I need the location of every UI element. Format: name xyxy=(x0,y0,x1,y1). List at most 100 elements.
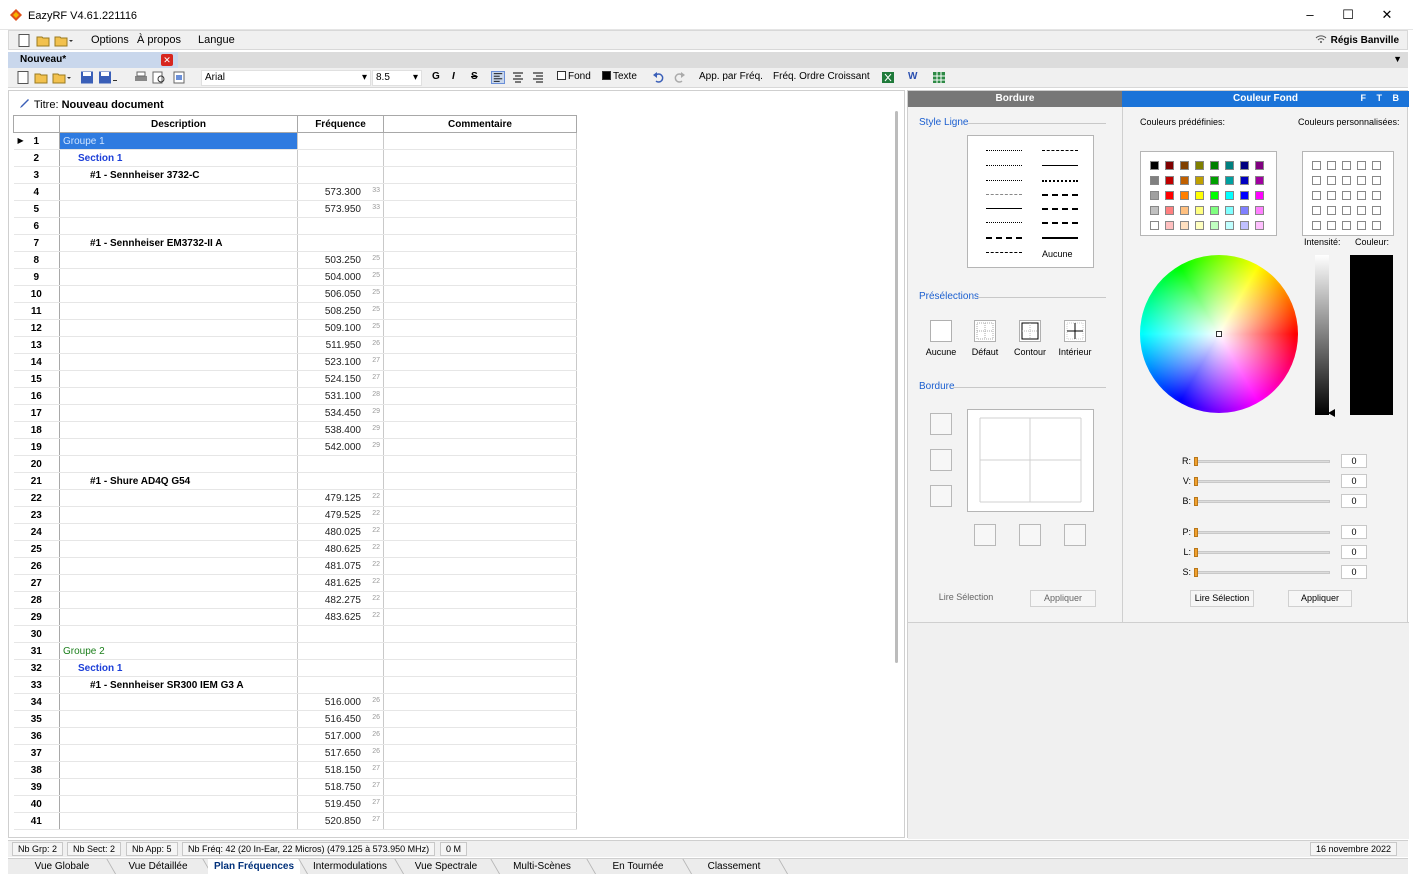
comment-cell[interactable] xyxy=(383,540,577,558)
table-row[interactable]: 7 #1 - Sennheiser EM3732-II A xyxy=(13,234,577,252)
table-row[interactable]: 5 573.950 33 xyxy=(13,200,577,218)
border-lire-selection-button[interactable]: Lire Sélection xyxy=(930,590,1002,607)
table-row[interactable]: 10 506.050 25 xyxy=(13,285,577,303)
frequency-cell[interactable]: 479.525 22 xyxy=(297,506,384,524)
row-number[interactable]: 40 xyxy=(13,795,60,813)
comment-cell[interactable] xyxy=(383,472,577,490)
description-cell[interactable] xyxy=(59,727,298,745)
description-cell[interactable] xyxy=(59,319,298,337)
row-number[interactable]: 41 xyxy=(13,812,60,830)
frequency-cell[interactable]: 516.000 26 xyxy=(297,693,384,711)
comment-cell[interactable] xyxy=(383,523,577,541)
table-row[interactable]: 19 542.000 29 xyxy=(13,438,577,456)
description-cell[interactable]: #1 - Sennheiser EM3732-II A xyxy=(59,234,298,252)
custom-color-swatch[interactable] xyxy=(1327,206,1336,215)
description-cell[interactable] xyxy=(59,387,298,405)
comment-cell[interactable] xyxy=(383,370,577,388)
row-number[interactable]: 20 xyxy=(13,455,60,473)
line-style-solid-thick[interactable] xyxy=(1042,237,1078,239)
description-cell[interactable]: #1 - Sennheiser 3732-C xyxy=(59,166,298,184)
frequency-cell[interactable] xyxy=(297,132,384,150)
color-swatch[interactable] xyxy=(1225,206,1234,215)
user-name[interactable]: Régis Banville xyxy=(1315,34,1399,46)
custom-color-swatch[interactable] xyxy=(1357,176,1366,185)
table-row[interactable]: 22 479.125 22 xyxy=(13,489,577,507)
frequency-cell[interactable] xyxy=(297,149,384,167)
fill-toggle[interactable]: Fond xyxy=(557,71,591,85)
frequency-cell[interactable] xyxy=(297,642,384,660)
slider-value-input[interactable]: 0 xyxy=(1341,545,1367,559)
slider-track[interactable] xyxy=(1195,480,1330,483)
slider-thumb[interactable] xyxy=(1194,497,1198,506)
bold-button[interactable]: G xyxy=(432,71,440,85)
frequency-cell[interactable] xyxy=(297,625,384,643)
comment-cell[interactable] xyxy=(383,693,577,711)
color-swatch[interactable] xyxy=(1165,206,1174,215)
description-cell[interactable]: #1 - Sennheiser SR300 IEM G3 A xyxy=(59,676,298,694)
color-swatch[interactable] xyxy=(1240,176,1249,185)
row-number[interactable]: 12 xyxy=(13,319,60,337)
frequency-cell[interactable]: 531.100 28 xyxy=(297,387,384,405)
row-number[interactable]: 8 xyxy=(13,251,60,269)
frequency-cell[interactable] xyxy=(297,455,384,473)
save-icon[interactable] xyxy=(80,71,94,84)
table-row[interactable]: 14 523.100 27 xyxy=(13,353,577,371)
color-swatch[interactable] xyxy=(1165,221,1174,230)
print-preview-icon[interactable] xyxy=(152,71,166,84)
description-cell[interactable] xyxy=(59,421,298,439)
frequency-cell[interactable]: 481.075 22 xyxy=(297,557,384,575)
row-number[interactable]: 4 xyxy=(13,183,60,201)
description-header[interactable]: Description xyxy=(59,115,298,133)
custom-color-swatch[interactable] xyxy=(1372,191,1381,200)
comment-cell[interactable] xyxy=(383,149,577,167)
table-row[interactable]: 13 511.950 26 xyxy=(13,336,577,354)
frequency-cell[interactable]: 520.850 27 xyxy=(297,812,384,830)
spreadsheet-icon[interactable] xyxy=(932,71,946,84)
table-row[interactable]: 21 #1 - Shure AD4Q G54 xyxy=(13,472,577,490)
color-swatch[interactable] xyxy=(1195,221,1204,230)
row-number[interactable]: 17 xyxy=(13,404,60,422)
slider-track[interactable] xyxy=(1195,500,1330,503)
custom-color-swatch[interactable] xyxy=(1312,176,1321,185)
custom-color-swatch[interactable] xyxy=(1342,176,1351,185)
line-style-dotted-thick[interactable] xyxy=(1042,180,1078,182)
description-cell[interactable] xyxy=(59,506,298,524)
close-button[interactable]: ✕ xyxy=(1372,6,1402,24)
row-number[interactable]: 19 xyxy=(13,438,60,456)
comment-cell[interactable] xyxy=(383,761,577,779)
comment-cell[interactable] xyxy=(383,183,577,201)
color-swatch[interactable] xyxy=(1210,161,1219,170)
frequency-cell[interactable]: 483.625 22 xyxy=(297,608,384,626)
comment-cell[interactable] xyxy=(383,608,577,626)
description-cell[interactable] xyxy=(59,608,298,626)
minimize-button[interactable]: – xyxy=(1295,6,1325,24)
custom-color-swatch[interactable] xyxy=(1342,191,1351,200)
line-style-dashdot[interactable] xyxy=(1042,150,1078,151)
color-swatch[interactable] xyxy=(1195,206,1204,215)
frequency-cell[interactable]: 509.100 25 xyxy=(297,319,384,337)
comment-cell[interactable] xyxy=(383,676,577,694)
color-appliquer-button[interactable]: Appliquer xyxy=(1288,590,1352,607)
row-number[interactable]: 15 xyxy=(13,370,60,388)
custom-color-swatch[interactable] xyxy=(1327,176,1336,185)
word-export-button[interactable]: W xyxy=(908,71,917,85)
table-row[interactable]: 20 xyxy=(13,455,577,473)
table-row[interactable]: 32 Section 1 xyxy=(13,659,577,677)
intensity-pointer-icon[interactable] xyxy=(1328,409,1335,417)
view-tab[interactable]: Intermodulations xyxy=(304,859,405,874)
row-number[interactable]: 31 xyxy=(13,642,60,660)
comment-cell[interactable] xyxy=(383,489,577,507)
line-style-solid[interactable] xyxy=(1042,165,1078,166)
open-recent-icon[interactable] xyxy=(52,71,72,84)
frequency-cell[interactable]: 542.000 29 xyxy=(297,438,384,456)
description-cell[interactable] xyxy=(59,404,298,422)
font-family-select[interactable]: Arial ▾ xyxy=(201,70,371,86)
description-cell[interactable] xyxy=(59,489,298,507)
frequency-cell[interactable] xyxy=(297,166,384,184)
description-cell[interactable] xyxy=(59,217,298,235)
frequency-cell[interactable]: 479.125 22 xyxy=(297,489,384,507)
color-swatch[interactable] xyxy=(1150,191,1159,200)
table-row[interactable]: 16 531.100 28 xyxy=(13,387,577,405)
description-cell[interactable] xyxy=(59,353,298,371)
row-number[interactable]: 23 xyxy=(13,506,60,524)
